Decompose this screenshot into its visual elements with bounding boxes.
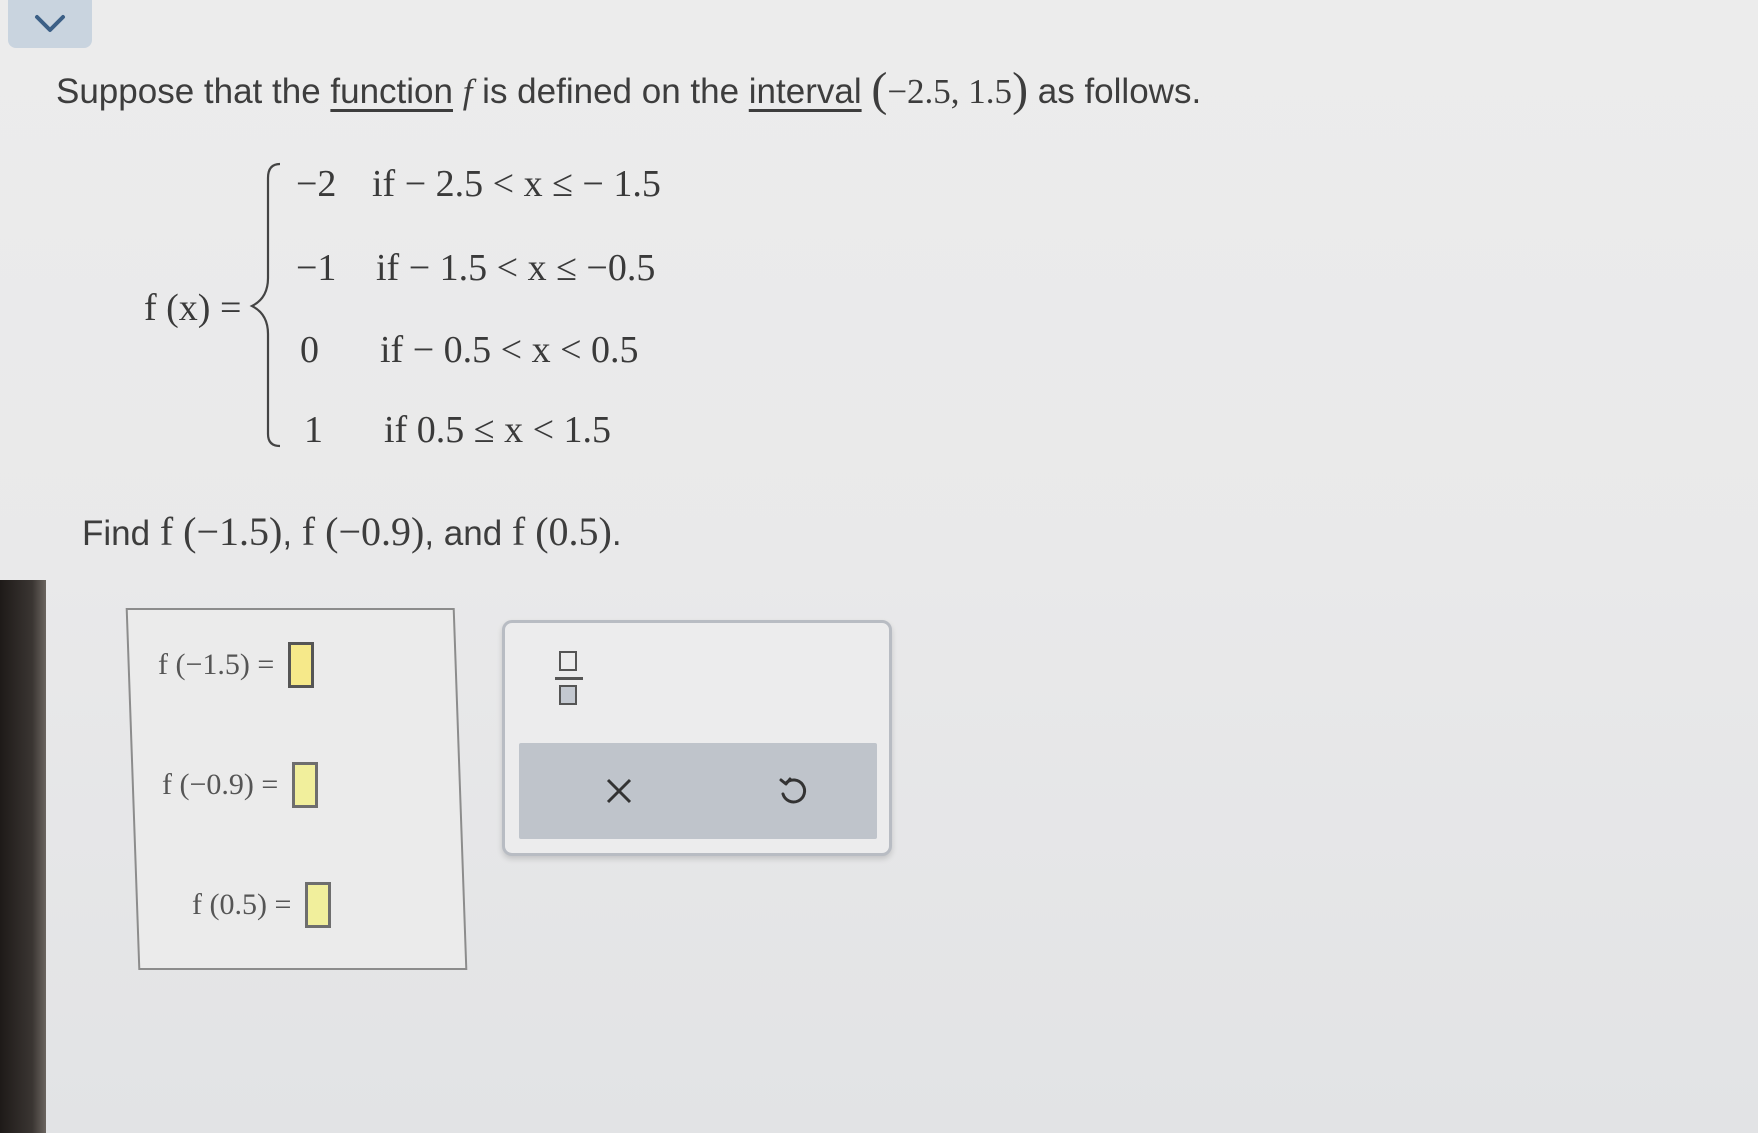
- piece-condition: if − 0.5 < x < 0.5: [380, 329, 639, 371]
- close-icon: [606, 778, 632, 804]
- answer-input[interactable]: [292, 762, 319, 808]
- fraction-button[interactable]: [555, 651, 583, 711]
- function-label: f (x) =: [144, 287, 242, 329]
- answer-row: f (0.5) =: [192, 882, 332, 928]
- chevron-down-icon: [35, 15, 65, 32]
- piece-value: −2: [296, 163, 337, 205]
- function-variable: f: [462, 72, 473, 111]
- fraction-icon: [559, 651, 577, 671]
- question-text: Find f (−1.5), f (−0.9), and f (0.5).: [82, 509, 622, 554]
- piece-condition: if − 2.5 < x ≤ − 1.5: [372, 163, 661, 205]
- piecewise-brace: [249, 162, 281, 448]
- undo-icon: [779, 777, 807, 804]
- answer-label: f (−0.9) =: [162, 768, 279, 801]
- answer-input[interactable]: [305, 882, 332, 928]
- function-link[interactable]: function: [330, 72, 453, 111]
- answer-row: f (−0.9) =: [162, 762, 319, 808]
- answer-row: f (−1.5) =: [158, 642, 315, 688]
- collapse-button[interactable]: [8, 0, 92, 48]
- clear-button[interactable]: [595, 767, 643, 815]
- action-bar: [519, 743, 877, 839]
- piece-value: 1: [304, 409, 323, 451]
- problem-intro: Suppose that the function f is defined o…: [56, 63, 1202, 116]
- screen-bezel: [0, 580, 46, 1133]
- interval-expression: (−2.5, 1.5): [871, 63, 1029, 116]
- piece-condition: if 0.5 ≤ x < 1.5: [384, 409, 611, 451]
- math-toolbar: [502, 620, 892, 856]
- piece-condition: if − 1.5 < x ≤ −0.5: [376, 247, 656, 289]
- undo-button[interactable]: [769, 767, 817, 815]
- answer-label: f (−1.5) =: [158, 648, 275, 681]
- piece-value: 0: [300, 329, 319, 371]
- piece-value: −1: [296, 247, 337, 289]
- intro-text: Suppose that the: [56, 72, 331, 111]
- answer-input[interactable]: [288, 642, 315, 688]
- interval-link[interactable]: interval: [749, 72, 862, 111]
- answer-label: f (0.5) =: [192, 888, 292, 921]
